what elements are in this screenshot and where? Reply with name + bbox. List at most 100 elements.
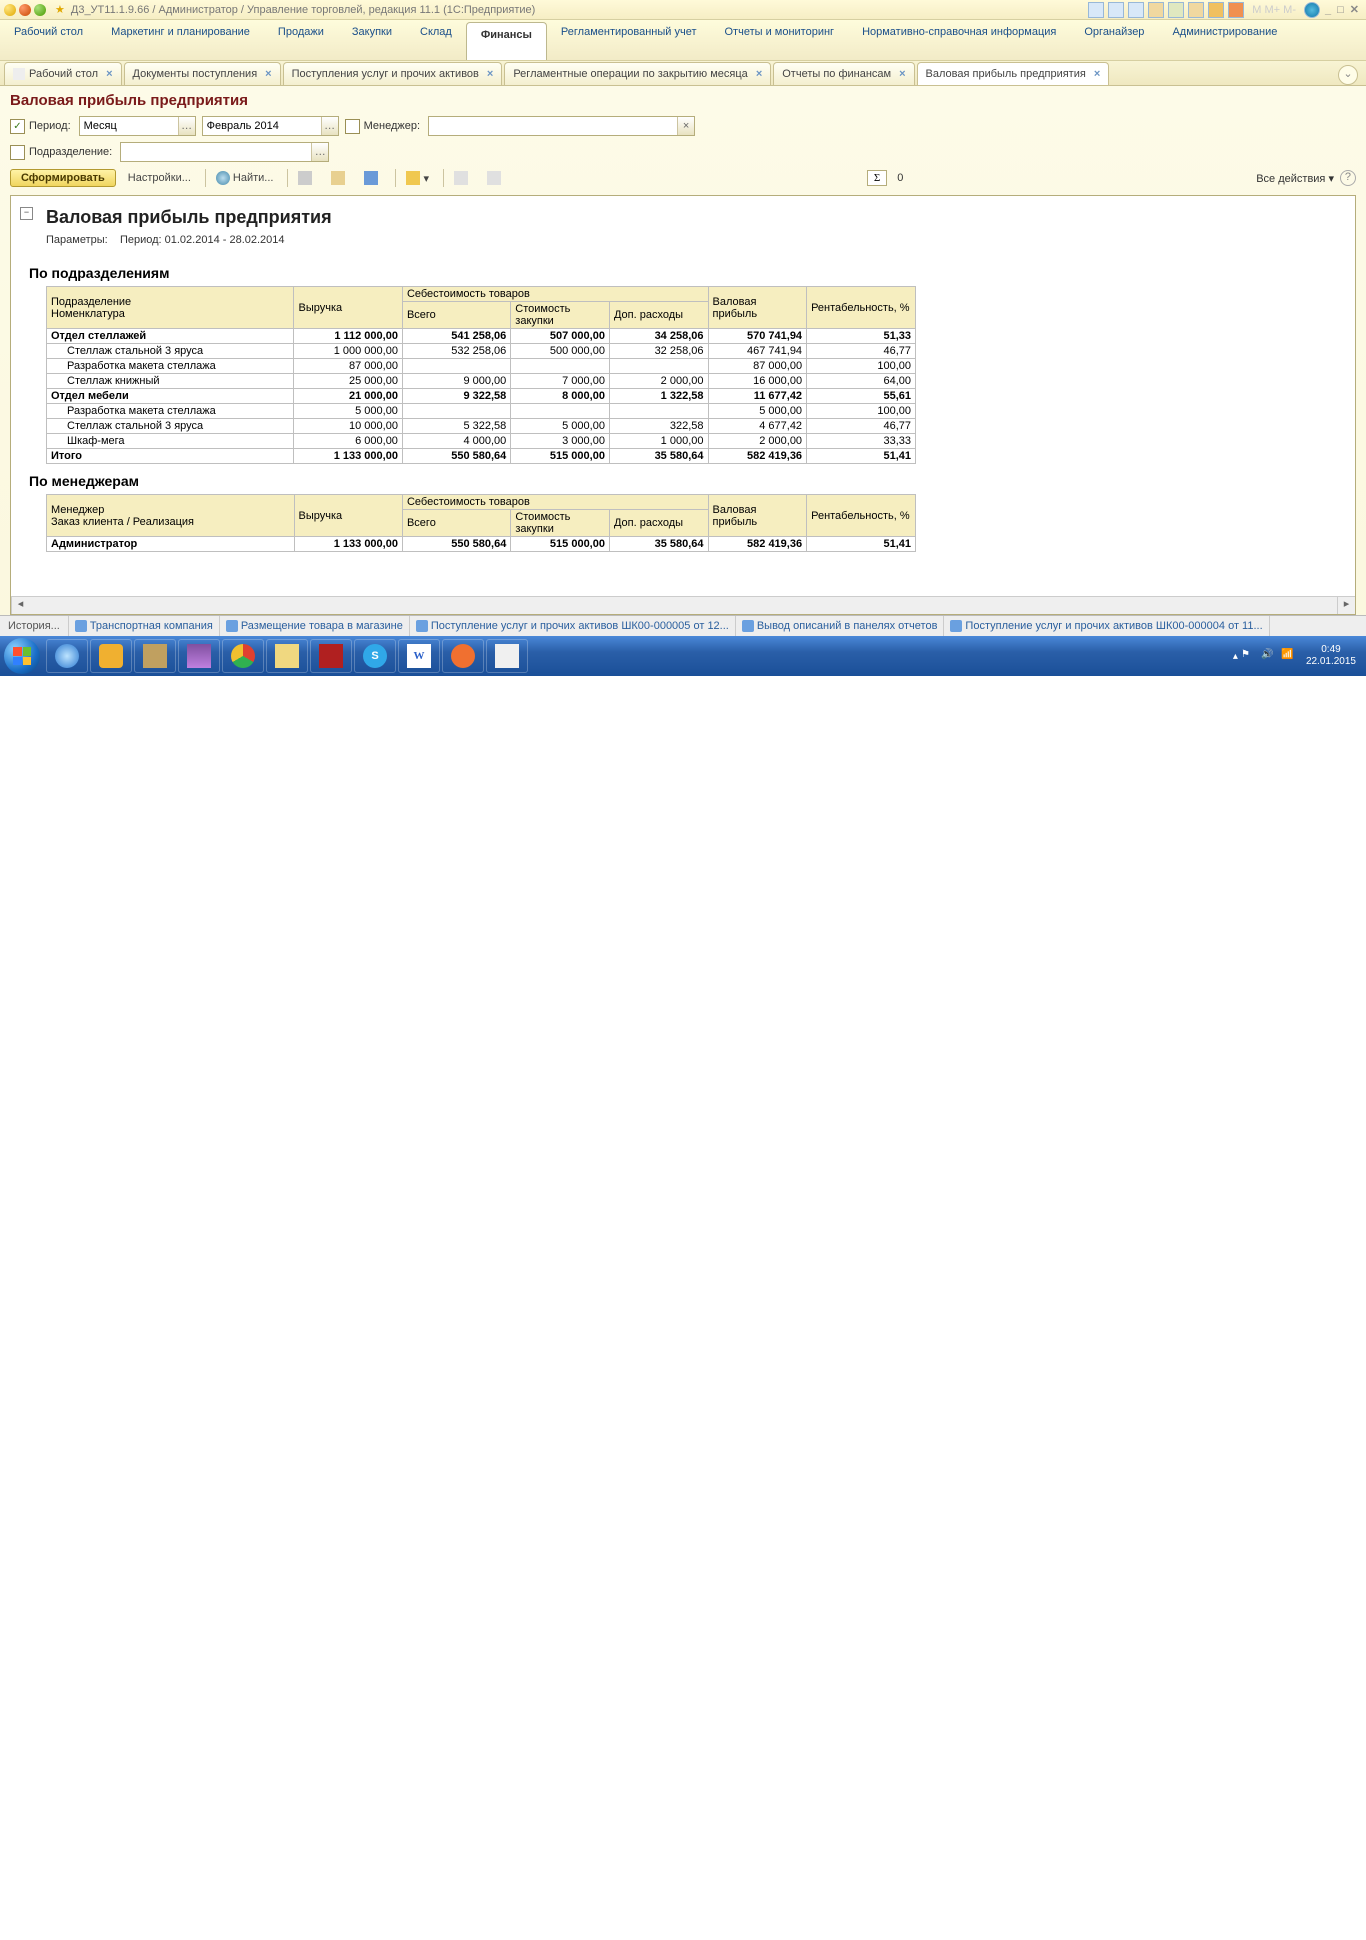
sum-button[interactable]: Σ <box>867 170 887 186</box>
menu-desktop[interactable]: Рабочий стол <box>0 20 97 60</box>
history-link[interactable]: Вывод описаний в панелях отчетов <box>736 616 945 636</box>
toolbar-icon[interactable] <box>1128 2 1144 18</box>
email-button[interactable]: ▾ <box>400 169 435 187</box>
close-icon[interactable]: × <box>265 68 271 80</box>
find-button[interactable]: Найти... <box>210 169 280 187</box>
save-button[interactable] <box>358 169 387 187</box>
menu-accounting[interactable]: Регламентированный учет <box>547 20 711 60</box>
horizontal-scrollbar[interactable]: ◂ ▸ <box>11 596 1355 614</box>
action-center-icon[interactable]: ⚑ <box>1241 649 1255 663</box>
collapse-toggle[interactable]: − <box>20 207 33 220</box>
division-checkbox[interactable]: ✓ <box>10 145 25 160</box>
division-input[interactable] <box>121 144 311 160</box>
taskbar-skype[interactable]: S <box>354 639 396 673</box>
tab-finance-reports[interactable]: Отчеты по финансам× <box>773 62 914 85</box>
help-button[interactable]: ⌄ <box>1338 65 1358 85</box>
history-link[interactable]: Транспортная компания <box>69 616 220 636</box>
division-combo[interactable]: … <box>120 142 329 162</box>
variant-button[interactable] <box>448 169 477 187</box>
variant-button2[interactable] <box>481 169 510 187</box>
toolbar-icon[interactable] <box>1108 2 1124 18</box>
all-actions-button[interactable]: Все действия ▾ <box>1256 172 1334 185</box>
maximize-button[interactable]: □ <box>1337 4 1344 16</box>
menu-finance[interactable]: Финансы <box>466 22 547 60</box>
tab-services[interactable]: Поступления услуг и прочих активов× <box>283 62 503 85</box>
period-value-input[interactable] <box>203 118 321 134</box>
network-icon[interactable]: 📶 <box>1281 649 1295 663</box>
table-row[interactable]: Стеллаж стальной 3 яруса1 000 000,00532 … <box>47 344 916 359</box>
tray-arrow[interactable]: ▴ <box>1233 651 1238 662</box>
table-row[interactable]: Итого1 133 000,00550 580,64515 000,0035 … <box>47 449 916 464</box>
settings-button[interactable]: Настройки... <box>122 170 197 186</box>
close-icon[interactable]: × <box>487 68 493 80</box>
menu-sales[interactable]: Продажи <box>264 20 338 60</box>
dropdown-icon[interactable]: … <box>178 117 195 135</box>
taskbar-app[interactable] <box>134 639 176 673</box>
toolbar-icon[interactable] <box>1148 2 1164 18</box>
history-button[interactable]: История... <box>0 616 69 636</box>
tab-gross-profit[interactable]: Валовая прибыль предприятия× <box>917 62 1110 85</box>
clear-icon[interactable]: × <box>677 117 694 135</box>
minimize-button[interactable]: _ <box>1325 4 1331 16</box>
table-row[interactable]: Отдел стеллажей1 112 000,00541 258,06507… <box>47 329 916 344</box>
history-link[interactable]: Поступление услуг и прочих активов ШК00-… <box>944 616 1269 636</box>
table-row[interactable]: Разработка макета стеллажа5 000,005 000,… <box>47 404 916 419</box>
manager-input[interactable] <box>429 118 677 134</box>
period-value-combo[interactable]: … <box>202 116 339 136</box>
menu-admin[interactable]: Администрирование <box>1158 20 1291 60</box>
menu-warehouse[interactable]: Склад <box>406 20 466 60</box>
history-link[interactable]: Поступление услуг и прочих активов ШК00-… <box>410 616 736 636</box>
dropdown-icon[interactable]: … <box>321 117 338 135</box>
table-row[interactable]: Администратор1 133 000,00550 580,64515 0… <box>47 537 916 552</box>
taskbar-acrobat[interactable] <box>310 639 352 673</box>
table-row[interactable]: Стеллаж стальной 3 яруса10 000,005 322,5… <box>47 419 916 434</box>
taskbar-chrome[interactable] <box>222 639 264 673</box>
period-type-combo[interactable]: … <box>79 116 196 136</box>
taskbar-1c[interactable] <box>90 639 132 673</box>
table-row[interactable]: Отдел мебели21 000,009 322,588 000,001 3… <box>47 389 916 404</box>
scroll-right-button[interactable]: ▸ <box>1337 597 1355 614</box>
tab-desktop[interactable]: Рабочий стол× <box>4 62 122 85</box>
form-help-button[interactable]: ? <box>1340 170 1356 186</box>
manager-checkbox[interactable]: ✓ <box>345 119 360 134</box>
close-icon[interactable]: × <box>756 68 762 80</box>
menu-reference[interactable]: Нормативно-справочная информация <box>848 20 1070 60</box>
manager-combo[interactable]: × <box>428 116 695 136</box>
clock[interactable]: 0:49 22.01.2015 <box>1306 644 1356 668</box>
close-button[interactable]: ✕ <box>1350 3 1359 16</box>
close-icon[interactable]: × <box>106 68 112 80</box>
period-checkbox[interactable]: ✓ <box>10 119 25 134</box>
menu-reports[interactable]: Отчеты и мониторинг <box>711 20 849 60</box>
print-button[interactable] <box>292 169 321 187</box>
calculator-icon[interactable] <box>1208 2 1224 18</box>
period-type-input[interactable] <box>80 118 178 134</box>
generate-button[interactable]: Сформировать <box>10 169 116 187</box>
tab-closing[interactable]: Регламентные операции по закрытию месяца… <box>504 62 771 85</box>
toolbar-icon[interactable] <box>1188 2 1204 18</box>
favorites-icon[interactable]: ★ <box>55 3 65 16</box>
tab-documents[interactable]: Документы поступления× <box>124 62 281 85</box>
close-icon[interactable]: × <box>1094 68 1100 80</box>
taskbar-explorer[interactable] <box>266 639 308 673</box>
table-row[interactable]: Шкаф-мега6 000,004 000,003 000,001 000,0… <box>47 434 916 449</box>
taskbar-ie[interactable] <box>46 639 88 673</box>
taskbar-word[interactable]: W <box>398 639 440 673</box>
menu-organizer[interactable]: Органайзер <box>1070 20 1158 60</box>
table-row[interactable]: Стеллаж книжный25 000,009 000,007 000,00… <box>47 374 916 389</box>
scroll-left-button[interactable]: ◂ <box>11 597 29 614</box>
info-icon[interactable] <box>1304 2 1320 18</box>
dropdown-icon[interactable]: … <box>311 143 328 161</box>
close-icon[interactable]: × <box>899 68 905 80</box>
menu-purchases[interactable]: Закупки <box>338 20 406 60</box>
volume-icon[interactable]: 🔊 <box>1261 649 1275 663</box>
calendar-icon[interactable] <box>1228 2 1244 18</box>
toolbar-icon[interactable] <box>1168 2 1184 18</box>
taskbar-winrar[interactable] <box>178 639 220 673</box>
taskbar-paint[interactable] <box>486 639 528 673</box>
taskbar-media[interactable] <box>442 639 484 673</box>
export-button[interactable] <box>325 169 354 187</box>
table-row[interactable]: Разработка макета стеллажа87 000,0087 00… <box>47 359 916 374</box>
start-button[interactable] <box>4 638 40 674</box>
menu-marketing[interactable]: Маркетинг и планирование <box>97 20 264 60</box>
history-link[interactable]: Размещение товара в магазине <box>220 616 410 636</box>
